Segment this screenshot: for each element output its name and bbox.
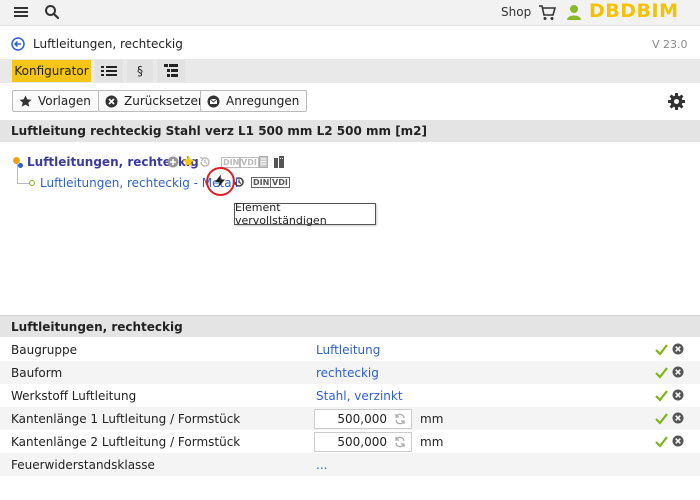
- property-label: Kantenlänge 1 Luftleitung / Formstück: [11, 412, 241, 426]
- check-icon: [655, 344, 668, 356]
- vorlagen-label: Vorlagen: [38, 94, 91, 108]
- tooltip-text: Element vervollständigen: [235, 201, 327, 227]
- element-description: Luftleitung rechteckig Stahl verz L1 500…: [11, 124, 428, 138]
- unit-label: mm: [420, 412, 444, 426]
- tab-konfigurator-label: Konfigurator: [14, 64, 89, 78]
- zuruecksetzen-label: Zurücksetzen: [124, 94, 206, 108]
- unit-label: mm: [420, 435, 444, 449]
- din-badge[interactable]: DIN: [251, 177, 272, 188]
- tree-root-node-icon: [18, 163, 23, 168]
- vdi-badge[interactable]: VDI: [270, 177, 290, 188]
- tab-paragraph[interactable]: §: [127, 60, 153, 82]
- check-icon: [655, 367, 668, 379]
- property-row: Feuerwiderstandsklasse ...: [0, 453, 700, 476]
- check-icon: [655, 436, 668, 448]
- properties-heading: Luftleitungen, rechteckig: [0, 315, 700, 337]
- refresh-icon[interactable]: [394, 436, 406, 448]
- tooltip: Element vervollständigen: [234, 201, 376, 227]
- history-icon[interactable]: [199, 156, 211, 168]
- page-title: Luftleitungen, rechteckig: [33, 37, 183, 51]
- property-row: Werkstoff Luftleitung Stahl, verzinkt: [0, 384, 700, 407]
- property-row: Bauform rechteckig: [0, 361, 700, 384]
- zuruecksetzen-button[interactable]: Zurücksetzen: [98, 90, 214, 112]
- check-icon: [655, 413, 668, 425]
- list-icon: [101, 66, 117, 76]
- property-value-link[interactable]: ...: [316, 458, 327, 472]
- back-arrow-icon[interactable]: [11, 37, 25, 51]
- dbd-bim-logo[interactable]: DBDBIM: [589, 0, 678, 22]
- remove-icon[interactable]: [672, 366, 684, 378]
- vorlagen-button[interactable]: Vorlagen: [12, 90, 99, 112]
- tree-connector: [17, 183, 29, 184]
- element-description-bar: Luftleitung rechteckig Stahl verz L1 500…: [0, 120, 700, 142]
- property-label: Feuerwiderstandsklasse: [11, 458, 155, 472]
- property-label: Baugruppe: [11, 343, 77, 357]
- anregungen-label: Anregungen: [226, 94, 300, 108]
- property-value-link[interactable]: Luftleitung: [316, 343, 380, 357]
- tab-list[interactable]: [95, 60, 123, 82]
- remove-icon[interactable]: [672, 412, 684, 424]
- version-label: V 23.0: [652, 38, 688, 51]
- tab-konfigurator[interactable]: Konfigurator: [12, 60, 91, 82]
- check-icon: [655, 390, 668, 402]
- mail-icon: [207, 95, 220, 107]
- cart-icon[interactable]: [538, 4, 556, 21]
- highlight-circle: [206, 167, 235, 196]
- building-icon[interactable]: [273, 156, 285, 168]
- property-label: Werkstoff Luftleitung: [11, 389, 137, 403]
- favorite-star-icon[interactable]: [182, 155, 195, 168]
- property-value-link[interactable]: Stahl, verzinkt: [316, 389, 403, 403]
- property-row: Kantenlänge 1 Luftleitung / Formstück 50…: [0, 407, 700, 430]
- property-row: Baugruppe Luftleitung: [0, 338, 700, 361]
- gear-icon[interactable]: [668, 93, 685, 110]
- remove-icon[interactable]: [672, 389, 684, 401]
- vdi-badge[interactable]: VDI: [239, 157, 259, 168]
- remove-icon[interactable]: [672, 435, 684, 447]
- star-icon: [19, 95, 32, 107]
- refresh-icon[interactable]: [394, 413, 406, 425]
- remove-icon[interactable]: [672, 343, 684, 355]
- property-label: Kantenlänge 2 Luftleitung / Formstück: [11, 435, 241, 449]
- structure-icon: [164, 64, 178, 77]
- anregungen-button[interactable]: Anregungen: [200, 90, 308, 112]
- document-icon[interactable]: [259, 156, 268, 168]
- property-row: Kantenlänge 2 Luftleitung / Formstück 50…: [0, 430, 700, 453]
- user-icon[interactable]: [566, 4, 582, 21]
- search-icon[interactable]: [44, 4, 60, 20]
- property-value-link[interactable]: rechteckig: [316, 366, 379, 380]
- property-label: Bauform: [11, 366, 63, 380]
- shop-link[interactable]: Shop: [501, 5, 531, 19]
- reset-icon: [105, 95, 118, 107]
- tab-structure[interactable]: [157, 60, 185, 82]
- tree-child-node-icon: [29, 180, 35, 186]
- tab-paragraph-label: §: [137, 64, 143, 78]
- add-icon[interactable]: [167, 156, 179, 168]
- menu-icon[interactable]: [14, 7, 28, 18]
- properties-title: Luftleitungen, rechteckig: [11, 319, 183, 334]
